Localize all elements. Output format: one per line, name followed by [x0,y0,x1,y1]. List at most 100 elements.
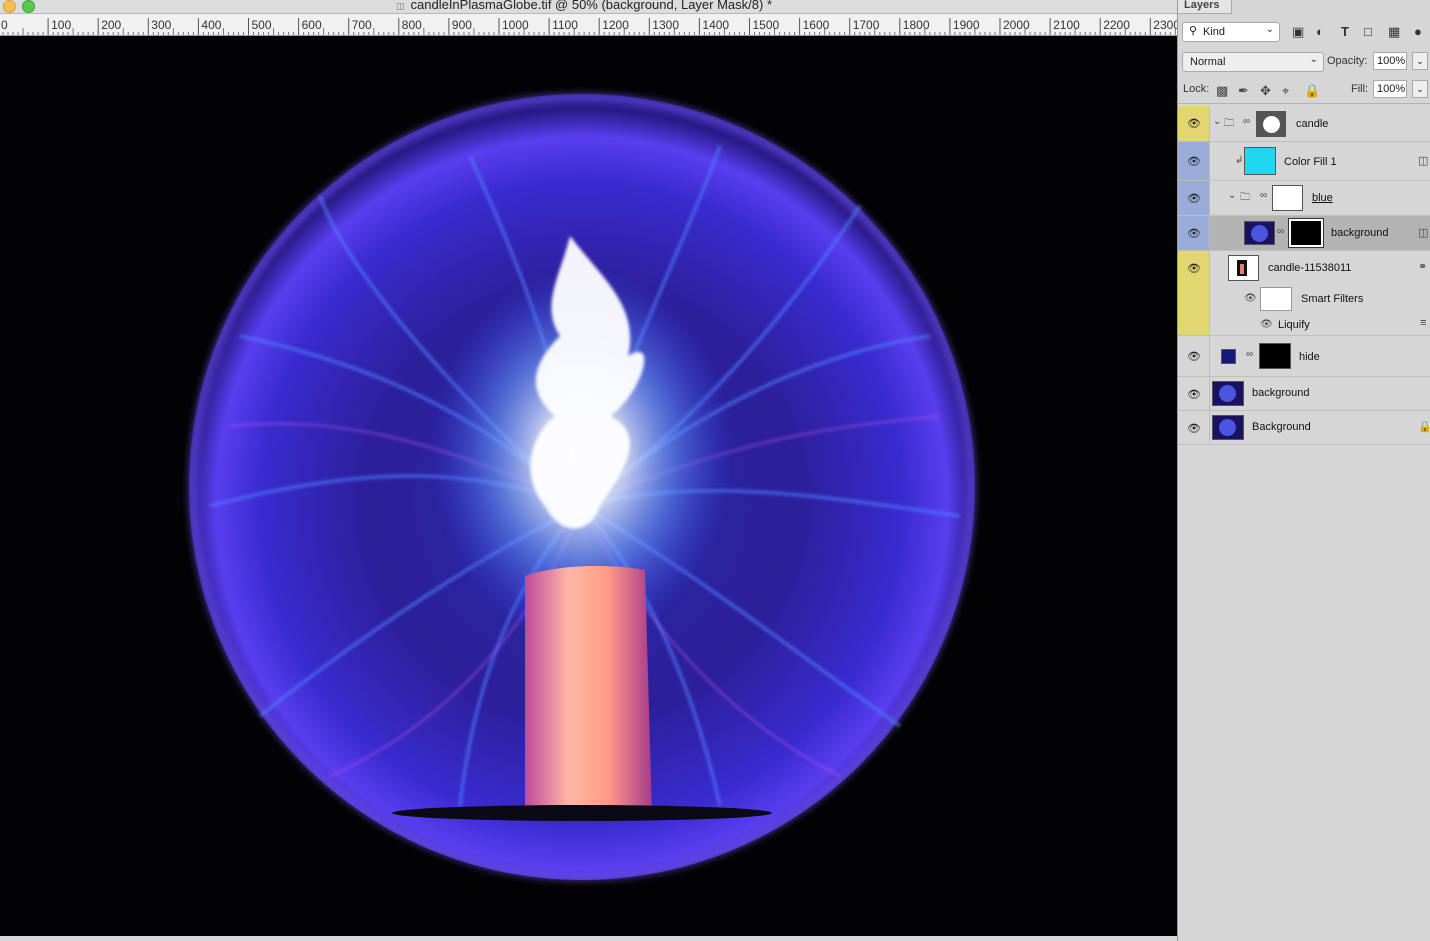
fill-color-swatch[interactable] [1221,349,1236,364]
link-icon[interactable]: ∞ [1277,226,1284,237]
eye-cell[interactable]: 👁 [1178,142,1210,180]
opacity-dropdown-button[interactable]: ⌄ [1412,52,1428,70]
shape-filter-icon[interactable]: □ [1364,24,1372,39]
opacity-value: 100% [1377,55,1406,67]
mask-thumbnail[interactable] [1272,185,1303,211]
ruler-tick-label: 2200 [1103,18,1130,32]
ruler-tick-label: 700 [352,18,372,32]
color-fill-thumbnail[interactable] [1244,147,1276,175]
zoom-button[interactable] [22,0,35,13]
eye-icon[interactable]: 👁 [1260,319,1273,330]
eye-icon[interactable]: 👁 [1187,388,1201,401]
layer-row-background-selected[interactable]: 👁 ∞ background ◫ [1178,216,1430,251]
eye-icon[interactable]: 👁 [1187,262,1201,275]
layer-name[interactable]: hide [1299,351,1320,363]
lock-transparent-icon[interactable]: ▩ [1216,83,1228,99]
filter-options-icon[interactable]: ≡ [1420,317,1426,329]
type-filter-icon[interactable]: T [1341,24,1349,39]
smart-filters-label[interactable]: Smart Filters [1301,293,1363,305]
eye-cell[interactable]: 👁 [1178,106,1210,141]
layer-row-blue[interactable]: 👁 ⌄ 🗀 ∞ blue [1178,181,1430,216]
opacity-input[interactable]: 100% [1373,52,1407,70]
layer-name[interactable]: Background [1252,421,1311,433]
layer-row-candle-11538011[interactable]: 👁 candle-11538011 ⚭ 👁 Smart Filters 👁 Li… [1178,251,1430,336]
adjustment-filter-icon[interactable]: ◐ [1316,24,1324,39]
layer-thumbnail[interactable] [1212,415,1244,440]
layer-name[interactable]: background [1252,387,1310,399]
eye-icon[interactable]: 👁 [1244,293,1257,304]
layer-name[interactable]: Color Fill 1 [1284,156,1337,168]
blend-mode-value: Normal [1190,56,1226,68]
fill-label: Fill: [1351,83,1369,95]
layer-thumbnail[interactable] [1212,381,1244,406]
filter-name[interactable]: Liquify [1278,319,1310,331]
eye-icon[interactable]: 👁 [1187,227,1201,240]
eye-icon[interactable]: 👁 [1187,350,1201,363]
link-icon[interactable]: ∞ [1243,116,1250,127]
window-title-text: candleInPlasmaGlobe.tif @ 50% (backgroun… [410,0,773,12]
layer-mask-thumbnail[interactable] [1259,343,1291,369]
ruler-tick-label: 2000 [1003,18,1030,32]
eye-cell[interactable]: 👁 [1178,216,1210,250]
layer-name[interactable]: candle [1296,118,1328,130]
eye-icon[interactable]: 👁 [1187,422,1201,435]
lock-position-icon[interactable]: ✥ [1260,83,1271,99]
lock-image-pixels-icon[interactable]: ✒ [1238,83,1249,99]
smart-object-filter-icon[interactable]: ▦ [1388,24,1400,40]
lock-all-icon[interactable]: 🔒 [1304,83,1320,99]
ruler-tick-label: 1400 [702,18,729,32]
ruler-tick-label: 1200 [602,18,629,32]
layers-tab[interactable]: Layers [1178,0,1232,14]
ruler-tick-label: 1600 [803,18,830,32]
layer-mask-thumbnail[interactable] [1288,218,1324,248]
eye-cell[interactable]: 👁 [1178,377,1210,410]
eye-icon[interactable]: 👁 [1187,117,1201,130]
eye-cell[interactable]: 👁 [1178,336,1210,376]
chevron-down-icon[interactable]: ⌄ [1213,116,1221,127]
eye-cell[interactable]: 👁 [1178,411,1210,444]
layer-name[interactable]: blue [1312,192,1333,204]
eye-cell[interactable]: 👁 [1178,181,1210,215]
layer-row-background-locked[interactable]: 👁 Background 🔒 [1178,411,1430,445]
mask-thumbnail[interactable] [1256,111,1286,137]
layer-row-candle[interactable]: 👁 ⌄ 🗀 ∞ candle [1178,106,1430,142]
layer-row-color-fill-1[interactable]: 👁 ↲ Color Fill 1 ◫ [1178,142,1430,181]
link-icon[interactable]: ∞ [1246,349,1253,360]
eye-icon[interactable]: 👁 [1187,192,1201,205]
horizontal-ruler[interactable]: 0 100 200 300 400 500 600 700 800 900 1000 1100 1200… [0,14,1178,36]
ruler-tick-label: 500 [252,18,272,32]
eye-cell[interactable]: 👁 [1178,251,1210,335]
clipping-arrow-icon: ↲ [1235,155,1244,166]
smart-filter-mask-thumbnail[interactable] [1260,287,1292,311]
kind-label: Kind [1203,26,1226,38]
title-bar: ◫ candleInPlasmaGlobe.tif @ 50% (backgrou… [0,0,1178,14]
layer-thumbnail[interactable] [1244,221,1275,245]
ruler-tick-label: 200 [101,18,121,32]
layer-row-hide[interactable]: 👁 ∞ hide [1178,336,1430,377]
layer-row-background[interactable]: 👁 background [1178,377,1430,411]
link-icon[interactable]: ∞ [1260,190,1267,201]
ruler-tick-label: 1000 [502,18,529,32]
chevron-down-icon[interactable]: ⌄ [1228,190,1236,201]
lock-row: Lock: ▩ ✒ ✥ ⌖ 🔒 Fill: 100% ⌄ [1178,79,1430,104]
smart-filter-badge-icon: ⚭ [1418,261,1428,273]
document-icon: ◫ [396,1,405,11]
lock-icon: 🔒 [1418,421,1430,433]
fill-input[interactable]: 100% [1373,80,1407,98]
pixel-filter-icon[interactable]: ▣ [1292,24,1304,40]
document-canvas[interactable] [0,36,1177,936]
opacity-label: Opacity: [1327,55,1368,67]
smart-object-badge-icon: ◫ [1418,227,1429,239]
minimize-button[interactable] [3,0,16,13]
filter-toggle-icon[interactable]: ● [1414,24,1422,39]
lock-artboard-icon[interactable]: ⌖ [1282,83,1289,99]
ruler-tick-label: 400 [201,18,221,32]
eye-icon[interactable]: 👁 [1187,155,1201,168]
fill-dropdown-button[interactable]: ⌄ [1412,80,1428,98]
kind-filter-select[interactable]: ⚲ Kind ⌄ [1182,22,1280,42]
blend-mode-select[interactable]: Normal ⌄ [1182,52,1324,72]
layer-name[interactable]: background [1331,227,1389,239]
layer-thumbnail[interactable] [1228,255,1259,281]
ruler-tick-label: 1700 [853,18,880,32]
layer-name[interactable]: candle-11538011 [1268,262,1351,274]
